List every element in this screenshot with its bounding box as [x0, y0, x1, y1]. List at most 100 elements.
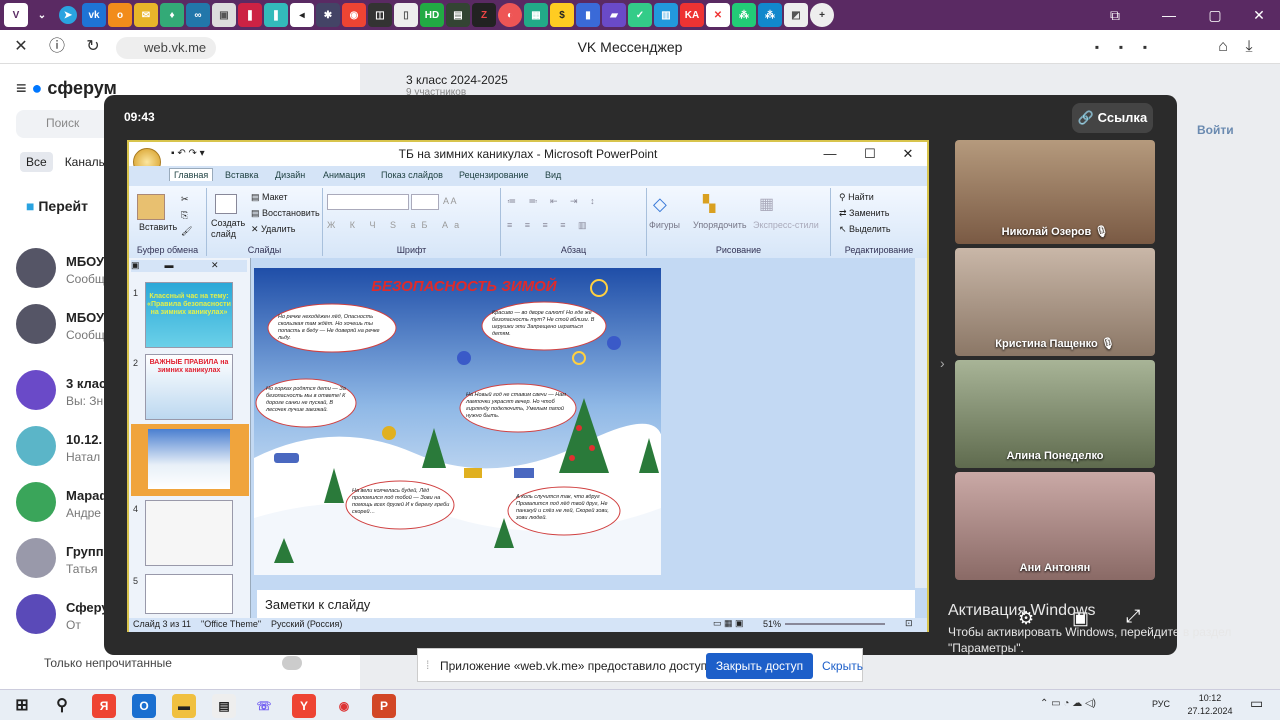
folder-icon[interactable]: ▬	[172, 694, 196, 718]
paste-icon[interactable]	[137, 194, 165, 220]
slide-thumbnail[interactable]: Классный час на тему: «Правила безопасно…	[145, 282, 233, 348]
tab-insert[interactable]: Вставка	[225, 170, 258, 180]
yandex-browser-icon[interactable]: Y	[292, 694, 316, 718]
app-tab-icon[interactable]: $	[550, 3, 574, 27]
app-tab-icon[interactable]: ⁂	[758, 3, 782, 27]
app-tab-icon[interactable]: ▦	[524, 3, 548, 27]
telegram-tab-icon[interactable]: ➤	[59, 6, 77, 24]
tab-home[interactable]: Главная	[169, 168, 214, 181]
delete-button[interactable]: ✕ Удалить	[251, 224, 295, 235]
quick-styles-button[interactable]: Экспресс-стили	[753, 220, 819, 230]
app-tab-icon[interactable]: ∞	[186, 3, 210, 27]
hide-link[interactable]: Скрыть	[822, 659, 863, 673]
select-button[interactable]: ↖ Выделить	[839, 224, 891, 235]
unread-only-toggle[interactable]	[282, 656, 302, 670]
arrange-button[interactable]: Упорядочить	[693, 220, 747, 230]
doc-tab-icon[interactable]: ▯	[394, 3, 418, 27]
cut-icon[interactable]: ✂	[181, 194, 189, 205]
new-slide-button[interactable]: Создать слайд	[211, 218, 247, 240]
maximize-icon[interactable]: ☐	[855, 142, 885, 166]
chevron-right-icon[interactable]: ›	[940, 355, 945, 371]
app-tab-icon[interactable]: ▥	[654, 3, 678, 27]
audio-tab-icon[interactable]: ❚	[238, 3, 262, 27]
participant-tile[interactable]: Алина Понеделко	[955, 360, 1155, 468]
extensions-icon[interactable]: ⌂	[1212, 37, 1234, 57]
slide-thumbnail-selected[interactable]	[145, 426, 233, 492]
chrome-icon[interactable]: ◉	[332, 694, 356, 718]
tab-review[interactable]: Рецензирование	[459, 170, 529, 180]
app-icon[interactable]: ▤	[212, 694, 236, 718]
tab-animation[interactable]: Анимация	[323, 170, 365, 180]
app-tab-icon[interactable]: ▮	[576, 3, 600, 27]
screen-share-icon[interactable]: ▪	[1134, 37, 1156, 57]
notifications-icon[interactable]: ▭	[1250, 695, 1263, 712]
minimize-icon[interactable]: —	[815, 142, 845, 166]
ka-tab-icon[interactable]: KA	[680, 3, 704, 27]
powerpoint-icon[interactable]: P	[372, 694, 396, 718]
drag-handle-icon[interactable]: ⁞	[426, 658, 429, 672]
app-tab-icon[interactable]: ♦	[160, 3, 184, 27]
outlook-icon[interactable]: O	[132, 694, 156, 718]
font-grow-icon[interactable]: A A	[443, 196, 457, 206]
yandex-icon[interactable]: Я	[92, 694, 116, 718]
download-icon[interactable]: ⤓	[1238, 37, 1260, 57]
app-tab-icon[interactable]: ✱	[316, 3, 340, 27]
replace-button[interactable]: ⇄ Заменить	[839, 208, 890, 219]
maximize-icon[interactable]: ▢	[1192, 0, 1238, 30]
quick-styles-icon[interactable]: ▦	[759, 194, 781, 214]
shapes-button[interactable]: Фигуры	[649, 220, 680, 230]
stop-sharing-button[interactable]: Закрыть доступ	[706, 653, 813, 679]
tray-icons[interactable]: ⌃ ▭ ◔ ☁ ◁)	[1040, 698, 1096, 709]
start-icon[interactable]: ⊞	[10, 694, 34, 718]
link-button[interactable]: 🔗 Ссылка	[1072, 103, 1153, 133]
search-icon[interactable]: ⚲	[50, 694, 74, 718]
quick-access-toolbar[interactable]: ▪ ↶ ↷ ▾	[171, 142, 205, 166]
mail-tab-icon[interactable]: ✉	[134, 3, 158, 27]
align-buttons[interactable]: ≡ ≡ ≡ ≡ ▥	[507, 220, 592, 231]
mic-icon[interactable]: ▪	[1110, 37, 1132, 57]
app-tab-icon[interactable]: ◫	[368, 3, 392, 27]
filter-all[interactable]: Все	[20, 152, 53, 172]
search-input[interactable]: Поиск	[16, 110, 116, 138]
font-size-field[interactable]	[411, 194, 439, 210]
vk-tab-icon[interactable]: vk	[82, 3, 106, 27]
check-tab-icon[interactable]: ✓	[628, 3, 652, 27]
view-buttons[interactable]: ▭ ▦ ▣	[713, 618, 744, 629]
clock[interactable]: 10:12 27.12.2024	[1180, 692, 1240, 718]
image-tab-icon[interactable]: ▣	[212, 3, 236, 27]
close-icon[interactable]: ✕	[1236, 0, 1280, 30]
new-slide-icon[interactable]	[215, 194, 237, 214]
tab-design[interactable]: Дизайн	[275, 170, 305, 180]
participant-tile[interactable]: Ани Антонян	[955, 472, 1155, 580]
slide-thumbnail[interactable]	[145, 500, 233, 566]
list-buttons[interactable]: ≔ ≕ ⇤ ⇥ ↕	[507, 196, 600, 207]
new-tab-icon[interactable]: +	[810, 3, 834, 27]
app-tab-icon[interactable]: ▤	[446, 3, 470, 27]
hamburger-icon[interactable]: ≡	[16, 78, 27, 98]
format-painter-icon[interactable]: 🖌	[181, 226, 192, 237]
font-name-field[interactable]	[327, 194, 409, 210]
slide-thumbnail[interactable]	[145, 574, 233, 614]
language-indicator[interactable]: РУС	[1152, 699, 1170, 709]
font-style-buttons[interactable]: Ж К Ч S аБ Аа	[327, 220, 465, 230]
paste-button[interactable]: Вставить	[139, 222, 177, 232]
app-tab-icon[interactable]: ◐	[498, 3, 522, 27]
restore-button[interactable]: ▤ Восстановить	[251, 208, 320, 219]
active-tab-icon[interactable]: ◂	[290, 3, 314, 27]
restore-icon[interactable]: ⧉	[1092, 0, 1138, 30]
minimize-icon[interactable]: —	[1146, 0, 1192, 30]
arrange-icon[interactable]: ▚	[703, 194, 725, 214]
close-icon[interactable]: ✕	[893, 142, 923, 166]
app-tab-icon[interactable]: ◉	[342, 3, 366, 27]
slide-thumbnail[interactable]: ВАЖНЫЕ ПРАВИЛА на зимних каникулах	[145, 354, 233, 420]
viber-icon[interactable]: ☏	[252, 694, 276, 718]
fit-icon[interactable]: ⊡	[905, 618, 913, 629]
tab-view[interactable]: Вид	[545, 170, 561, 180]
join-button[interactable]: Войти	[1197, 123, 1234, 137]
z-tab-icon[interactable]: Z	[472, 3, 496, 27]
vertical-scrollbar[interactable]	[915, 258, 927, 588]
chevron-down-icon[interactable]: ⌄	[30, 3, 54, 27]
copy-icon[interactable]: ⎘	[181, 210, 188, 221]
notes-pane[interactable]: Заметки к слайду	[257, 590, 915, 618]
participant-tile[interactable]: Николай Озеров 🎙	[955, 140, 1155, 244]
